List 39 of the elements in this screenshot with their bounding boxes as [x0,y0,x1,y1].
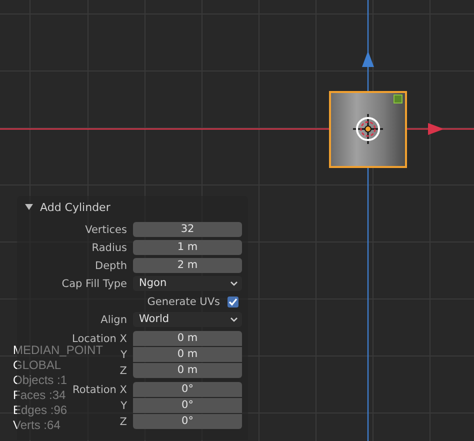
property-label: Z [120,416,127,428]
z-arrow-icon[interactable] [361,51,375,67]
property-label: Z [120,364,127,376]
x-arrow-icon[interactable] [428,122,444,136]
viewport-stat-text: Faces :34 [13,388,66,403]
property-label: Rotation X [72,384,127,396]
origin-gizmo-icon[interactable] [352,113,384,145]
cylinder-object[interactable] [329,91,407,168]
property-label: Radius [92,242,127,254]
viewport-stat-text: GLOBAL [13,358,62,373]
number-field[interactable]: 1 m [133,240,242,255]
property-label: Depth [95,260,127,272]
checkbox-label: Generate UVs [147,296,220,308]
number-field[interactable]: 2 m [133,258,242,273]
number-field[interactable]: 0 m [133,331,242,346]
viewport-stat-text: MEDIAN_POINT [13,343,104,358]
collapse-triangle-icon[interactable] [25,203,33,211]
property-label: Cap Fill Type [62,278,127,290]
panel-title: Add Cylinder [40,200,110,214]
number-field[interactable]: 0 m [133,363,242,378]
vertex-marker-icon [393,94,403,104]
property-label: Align [100,314,127,326]
checkbox[interactable] [227,296,239,308]
dropdown-field[interactable]: Ngon [133,276,242,291]
number-field[interactable]: 0° [133,382,242,397]
number-field[interactable]: 0° [133,414,242,429]
chevron-icon [230,316,238,322]
viewport-stat-text: Verts :64 [13,418,60,433]
chevron-icon [230,280,238,286]
dropdown-field[interactable]: World [133,312,242,327]
number-field[interactable]: 32 [133,222,242,237]
viewport-stat-text: Objects :1 [13,373,68,388]
property-label: Vertices [85,224,127,236]
viewport-stat-text: Edges :96 [13,403,68,418]
number-field[interactable]: 0 m [133,347,242,362]
property-label: Y [120,400,127,412]
number-field[interactable]: 0° [133,398,242,413]
property-label: Y [120,348,127,360]
property-label: Location X [72,332,127,344]
